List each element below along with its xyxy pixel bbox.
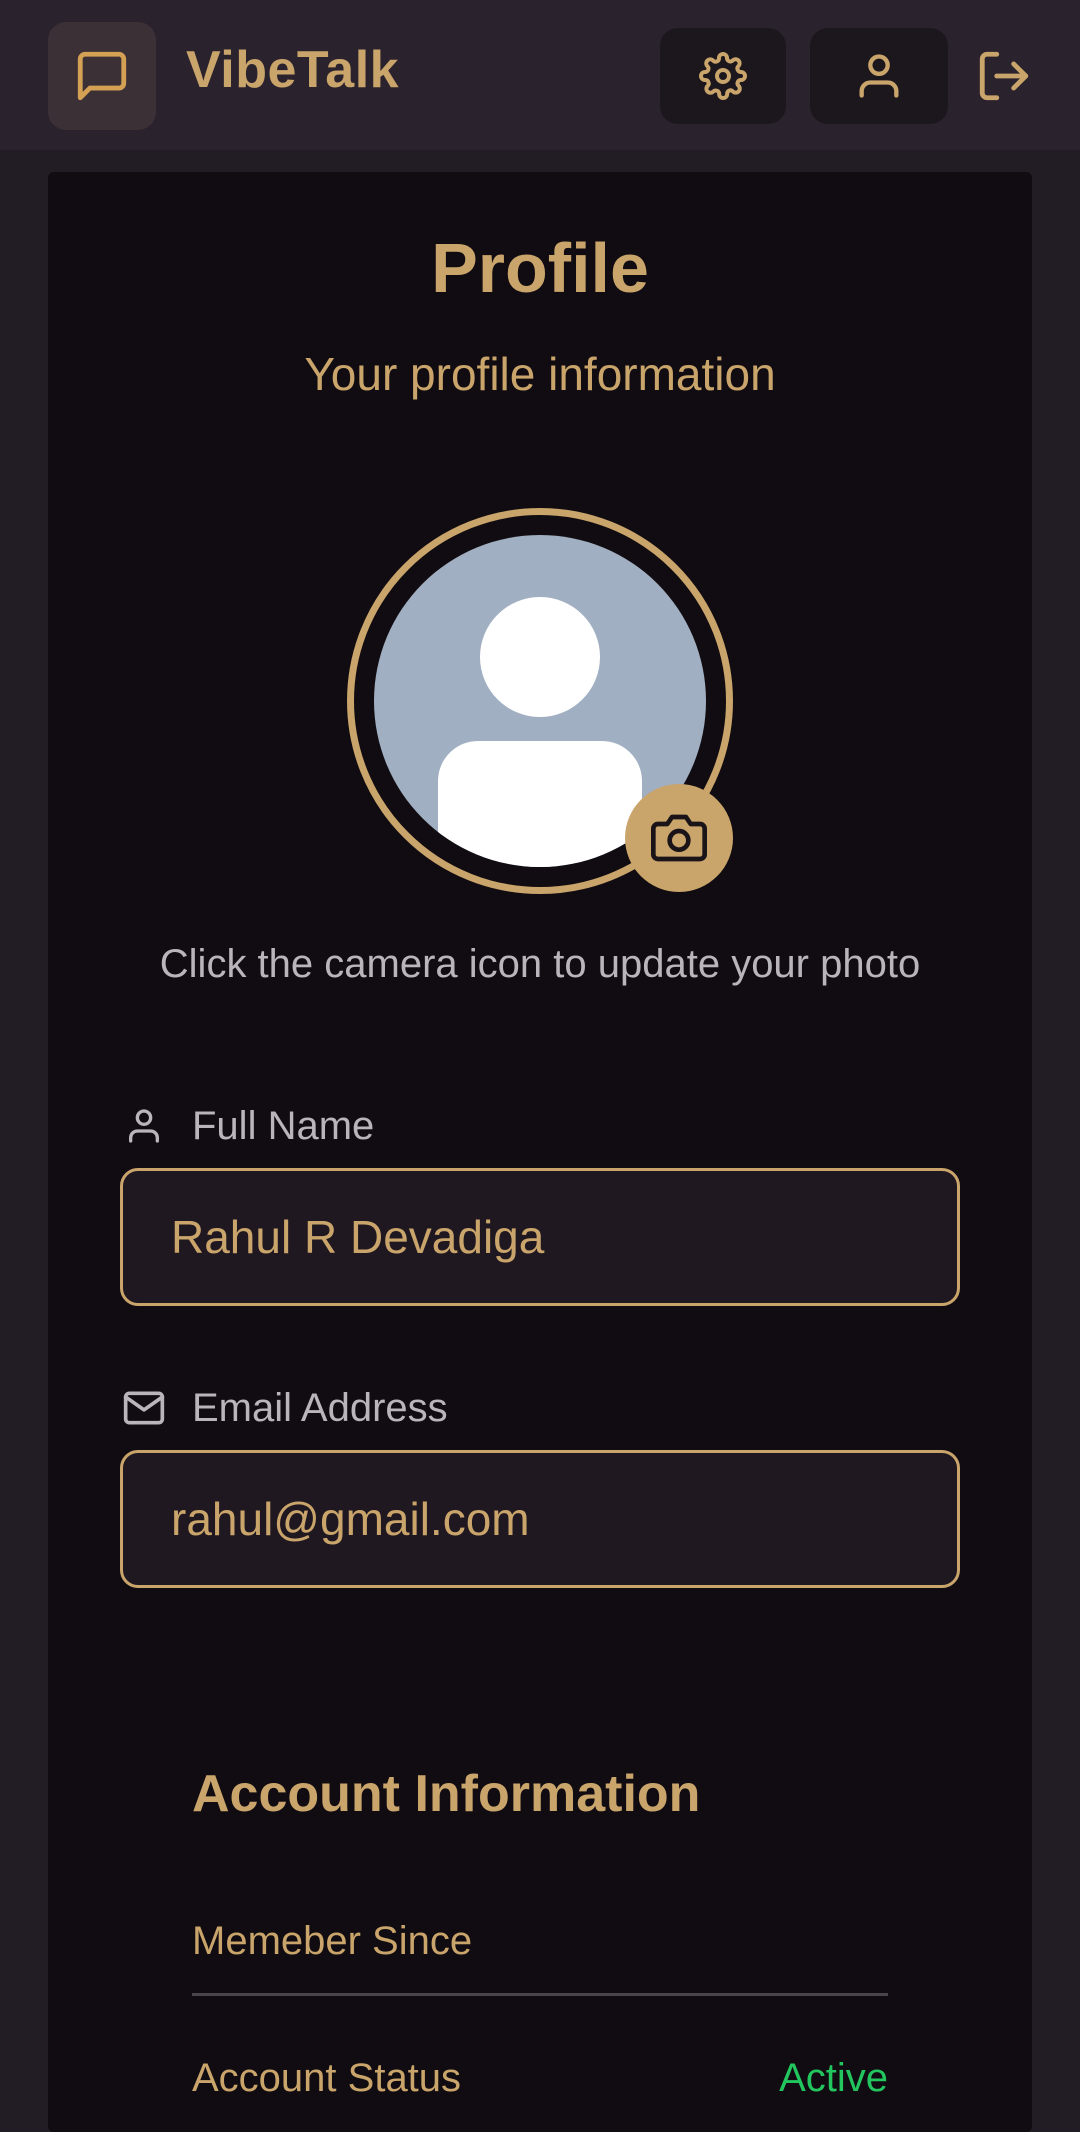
full-name-field[interactable] [120, 1168, 960, 1306]
upload-photo-button[interactable] [625, 784, 733, 892]
top-navbar: VibeTalk [0, 0, 1080, 150]
account-info-title: Account Information [192, 1765, 701, 1823]
logo[interactable] [48, 22, 156, 130]
logout-button[interactable] [968, 40, 1040, 112]
profile-card: Profile Your profile information Click t… [48, 172, 1032, 2132]
avatar-placeholder-body [438, 741, 642, 867]
account-status-row: Account Status Active [192, 2028, 888, 2128]
page-subtitle: Your profile information [304, 348, 776, 400]
email-label: Email Address [120, 1380, 448, 1436]
user-icon [120, 1102, 168, 1150]
gear-icon [699, 52, 747, 100]
settings-button[interactable] [660, 28, 786, 124]
photo-hint: Click the camera icon to update your pho… [159, 942, 921, 986]
profile-button[interactable] [810, 28, 948, 124]
status-badge: Active [779, 2055, 888, 2100]
email-label-text: Email Address [192, 1385, 448, 1430]
logout-icon [979, 51, 1029, 101]
brand-name[interactable]: VibeTalk [186, 40, 399, 100]
message-square-icon [77, 51, 127, 101]
member-since-row: Memeber Since [192, 1890, 888, 1996]
full-name-label: Full Name [120, 1098, 374, 1154]
mail-icon [120, 1384, 168, 1432]
full-name-label-text: Full Name [192, 1103, 375, 1148]
email-field[interactable] [120, 1450, 960, 1588]
camera-icon [651, 814, 707, 862]
member-since-label: Memeber Since [192, 1919, 473, 1963]
avatar-placeholder-head [480, 597, 600, 717]
page-title: Profile [431, 229, 649, 307]
user-icon [859, 54, 899, 98]
account-status-label: Account Status [192, 2055, 462, 2100]
